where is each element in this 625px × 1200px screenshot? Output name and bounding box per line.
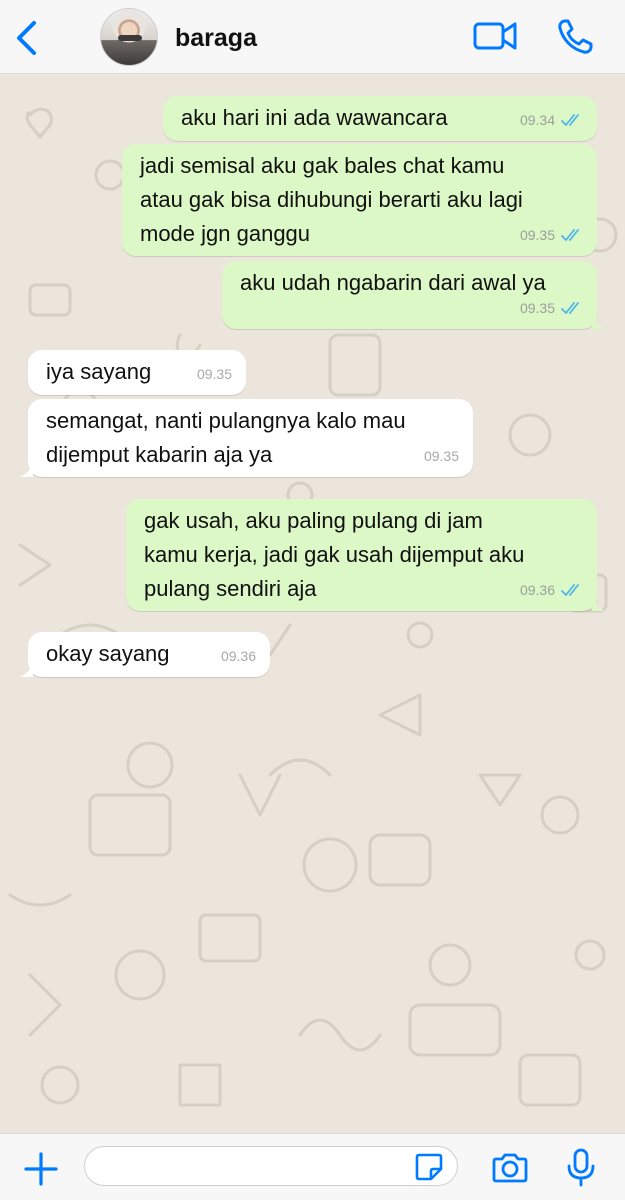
message-time: 09.35 xyxy=(519,300,555,316)
message-time: 09.34 xyxy=(519,112,555,128)
message-composer xyxy=(0,1133,625,1200)
message-meta: 09.35 xyxy=(197,357,232,391)
sticker-button[interactable] xyxy=(414,1152,444,1187)
microphone-button[interactable] xyxy=(566,1148,596,1193)
double-check-read-icon xyxy=(561,229,579,241)
message-time: 09.36 xyxy=(220,648,256,664)
message-text: semangat, nanti pulangnya kalo mau dijem… xyxy=(46,408,406,467)
message-bubble-outgoing[interactable]: aku hari ini ada wawancara 09.34 xyxy=(163,96,597,141)
bubble-tail xyxy=(592,313,606,329)
message-time: 09.36 xyxy=(519,582,555,598)
video-camera-icon xyxy=(473,22,517,50)
chat-area[interactable]: aku hari ini ada wawancara 09.34 jadi se… xyxy=(0,75,625,1133)
message-text: jadi semisal aku gak bales chat kamu ata… xyxy=(140,153,523,246)
bubble-tail xyxy=(19,461,33,477)
message-text: gak usah, aku paling pulang di jam kamu … xyxy=(144,508,525,601)
message-meta: 09.34 xyxy=(520,103,583,137)
contact-avatar[interactable] xyxy=(100,8,158,66)
camera-icon xyxy=(492,1153,528,1183)
message-bubble-incoming[interactable]: iya sayang 09.35 xyxy=(28,350,246,395)
voice-call-button[interactable] xyxy=(556,18,596,61)
microphone-icon xyxy=(567,1148,595,1187)
message-meta: 09.35 xyxy=(520,291,583,325)
message-bubble-incoming[interactable]: okay sayang 09.36 xyxy=(19,632,270,677)
chevron-left-icon xyxy=(17,21,36,55)
camera-button[interactable] xyxy=(490,1152,530,1189)
chat-header: baraga xyxy=(0,0,625,74)
double-check-read-icon xyxy=(561,584,579,596)
attach-button[interactable] xyxy=(24,1152,58,1191)
video-call-button[interactable] xyxy=(472,18,518,59)
bubble-tail xyxy=(592,595,606,611)
message-meta: 09.35 xyxy=(520,218,583,252)
avatar-glasses xyxy=(118,35,142,41)
message-bubble-outgoing[interactable]: jadi semisal aku gak bales chat kamu ata… xyxy=(122,144,597,256)
message-time: 09.35 xyxy=(519,227,555,243)
plus-icon xyxy=(24,1152,58,1186)
double-check-read-icon xyxy=(561,302,579,314)
double-check-read-icon xyxy=(561,114,579,126)
phone-icon xyxy=(558,19,593,54)
bubble-tail xyxy=(19,661,33,677)
back-button[interactable] xyxy=(8,16,44,60)
message-meta: 09.36 xyxy=(520,573,583,607)
message-meta: 09.36 xyxy=(221,639,256,673)
message-bubble-outgoing[interactable]: aku udah ngabarin dari awal ya 09.35 xyxy=(222,261,606,329)
contact-name[interactable]: baraga xyxy=(175,24,257,53)
message-time: 09.35 xyxy=(423,448,459,464)
message-time: 09.35 xyxy=(196,366,232,382)
message-meta: 09.35 xyxy=(424,439,459,473)
message-input[interactable] xyxy=(84,1146,458,1186)
message-bubble-outgoing[interactable]: gak usah, aku paling pulang di jam kamu … xyxy=(126,499,606,611)
message-bubble-incoming[interactable]: semangat, nanti pulangnya kalo mau dijem… xyxy=(19,399,473,477)
sticker-icon xyxy=(415,1153,443,1181)
